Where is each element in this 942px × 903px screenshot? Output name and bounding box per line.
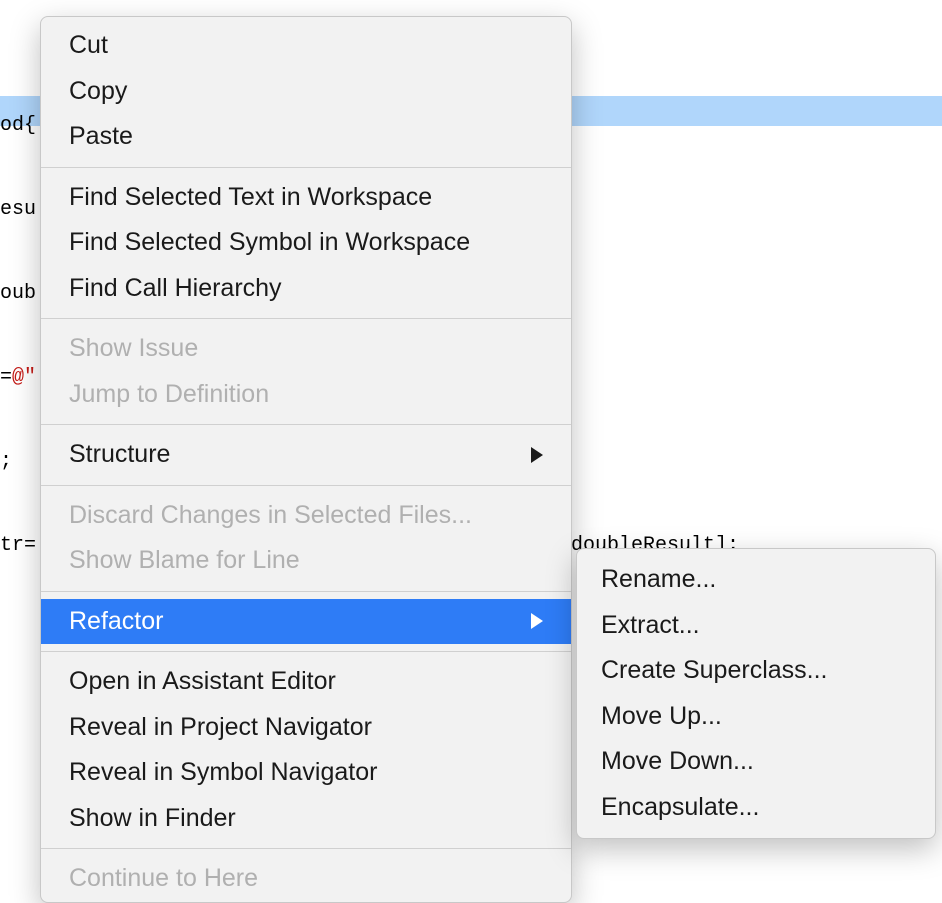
submenu-item-move-up[interactable]: Move Up... bbox=[577, 694, 935, 740]
menu-separator bbox=[41, 651, 571, 652]
menu-item-find-selected-text[interactable]: Find Selected Text in Workspace bbox=[41, 175, 571, 221]
menu-item-show-blame: Show Blame for Line bbox=[41, 538, 571, 584]
menu-item-show-in-finder[interactable]: Show in Finder bbox=[41, 796, 571, 842]
submenu-item-extract[interactable]: Extract... bbox=[577, 603, 935, 649]
submenu-arrow-icon bbox=[531, 447, 543, 463]
context-menu[interactable]: Cut Copy Paste Find Selected Text in Wor… bbox=[40, 16, 572, 903]
menu-item-open-assistant[interactable]: Open in Assistant Editor bbox=[41, 659, 571, 705]
menu-item-reveal-project-navigator[interactable]: Reveal in Project Navigator bbox=[41, 705, 571, 751]
menu-separator bbox=[41, 318, 571, 319]
menu-separator bbox=[41, 424, 571, 425]
menu-item-structure[interactable]: Structure bbox=[41, 432, 571, 478]
menu-item-jump-to-definition: Jump to Definition bbox=[41, 372, 571, 418]
menu-separator bbox=[41, 848, 571, 849]
menu-item-show-issue: Show Issue bbox=[41, 326, 571, 372]
menu-separator bbox=[41, 167, 571, 168]
submenu-item-rename[interactable]: Rename... bbox=[577, 557, 935, 603]
menu-item-discard-changes: Discard Changes in Selected Files... bbox=[41, 493, 571, 539]
menu-item-reveal-symbol-navigator[interactable]: Reveal in Symbol Navigator bbox=[41, 750, 571, 796]
menu-item-refactor[interactable]: Refactor bbox=[41, 599, 571, 645]
menu-separator bbox=[41, 485, 571, 486]
submenu-item-move-down[interactable]: Move Down... bbox=[577, 739, 935, 785]
menu-separator bbox=[41, 591, 571, 592]
menu-item-find-call-hierarchy[interactable]: Find Call Hierarchy bbox=[41, 266, 571, 312]
refactor-submenu[interactable]: Rename... Extract... Create Superclass..… bbox=[576, 548, 936, 839]
submenu-item-create-superclass[interactable]: Create Superclass... bbox=[577, 648, 935, 694]
submenu-item-encapsulate[interactable]: Encapsulate... bbox=[577, 785, 935, 831]
menu-item-paste[interactable]: Paste bbox=[41, 114, 571, 160]
menu-item-copy[interactable]: Copy bbox=[41, 69, 571, 115]
menu-item-cut[interactable]: Cut bbox=[41, 23, 571, 69]
menu-item-find-selected-symbol[interactable]: Find Selected Symbol in Workspace bbox=[41, 220, 571, 266]
submenu-arrow-icon bbox=[531, 613, 543, 629]
menu-item-continue-to-here: Continue to Here bbox=[41, 856, 571, 902]
